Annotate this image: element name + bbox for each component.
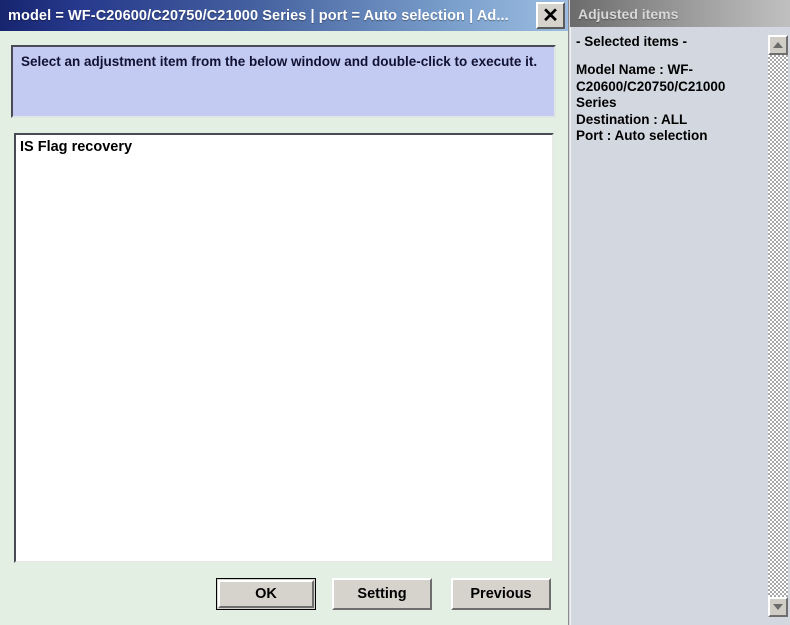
scroll-down-button[interactable] xyxy=(768,597,788,617)
vertical-scrollbar[interactable] xyxy=(768,35,788,617)
previous-button[interactable]: Previous xyxy=(451,578,551,610)
model-name-line: Model Name : WF-C20600/C20750/C21000 Ser… xyxy=(576,62,726,111)
ok-button[interactable]: OK xyxy=(216,578,316,610)
dialog-titlebar: model = WF-C20600/C20750/C21000 Series |… xyxy=(0,0,568,31)
scroll-up-button[interactable] xyxy=(768,35,788,55)
setting-button-label: Setting xyxy=(357,586,407,602)
selected-items-heading: - Selected items - xyxy=(576,34,688,49)
previous-button-label: Previous xyxy=(470,586,532,602)
ok-button-label: OK xyxy=(218,580,314,608)
triangle-up-icon xyxy=(773,42,783,48)
triangle-down-icon xyxy=(773,604,783,610)
instruction-text: Select an adjustment item from the below… xyxy=(21,54,538,69)
application-window: model = WF-C20600/C20750/C21000 Series |… xyxy=(0,0,790,625)
adjustment-dialog: model = WF-C20600/C20750/C21000 Series |… xyxy=(0,0,569,625)
close-icon: ✕ xyxy=(542,4,559,27)
list-item[interactable]: IS Flag recovery xyxy=(16,135,552,158)
close-button[interactable]: ✕ xyxy=(536,2,565,29)
adjusted-items-content: - Selected items - Model Name : WF-C2060… xyxy=(576,34,768,145)
dialog-button-row: OK Setting Previous xyxy=(0,578,568,614)
destination-line: Destination : ALL xyxy=(576,111,688,127)
port-line: Port : Auto selection xyxy=(576,128,708,144)
adjustment-item-list[interactable]: IS Flag recovery xyxy=(14,133,554,563)
adjusted-items-titlebar: Adjusted items xyxy=(570,0,790,27)
scrollbar-trough[interactable] xyxy=(768,35,788,617)
dialog-title: model = WF-C20600/C20750/C21000 Series |… xyxy=(8,7,509,24)
adjusted-items-body: - Selected items - Model Name : WF-C2060… xyxy=(570,27,790,625)
adjusted-items-title: Adjusted items xyxy=(578,5,679,22)
adjusted-items-window: Adjusted items - Selected items - Model … xyxy=(570,0,790,625)
setting-button[interactable]: Setting xyxy=(332,578,432,610)
instruction-panel: Select an adjustment item from the below… xyxy=(11,45,556,118)
